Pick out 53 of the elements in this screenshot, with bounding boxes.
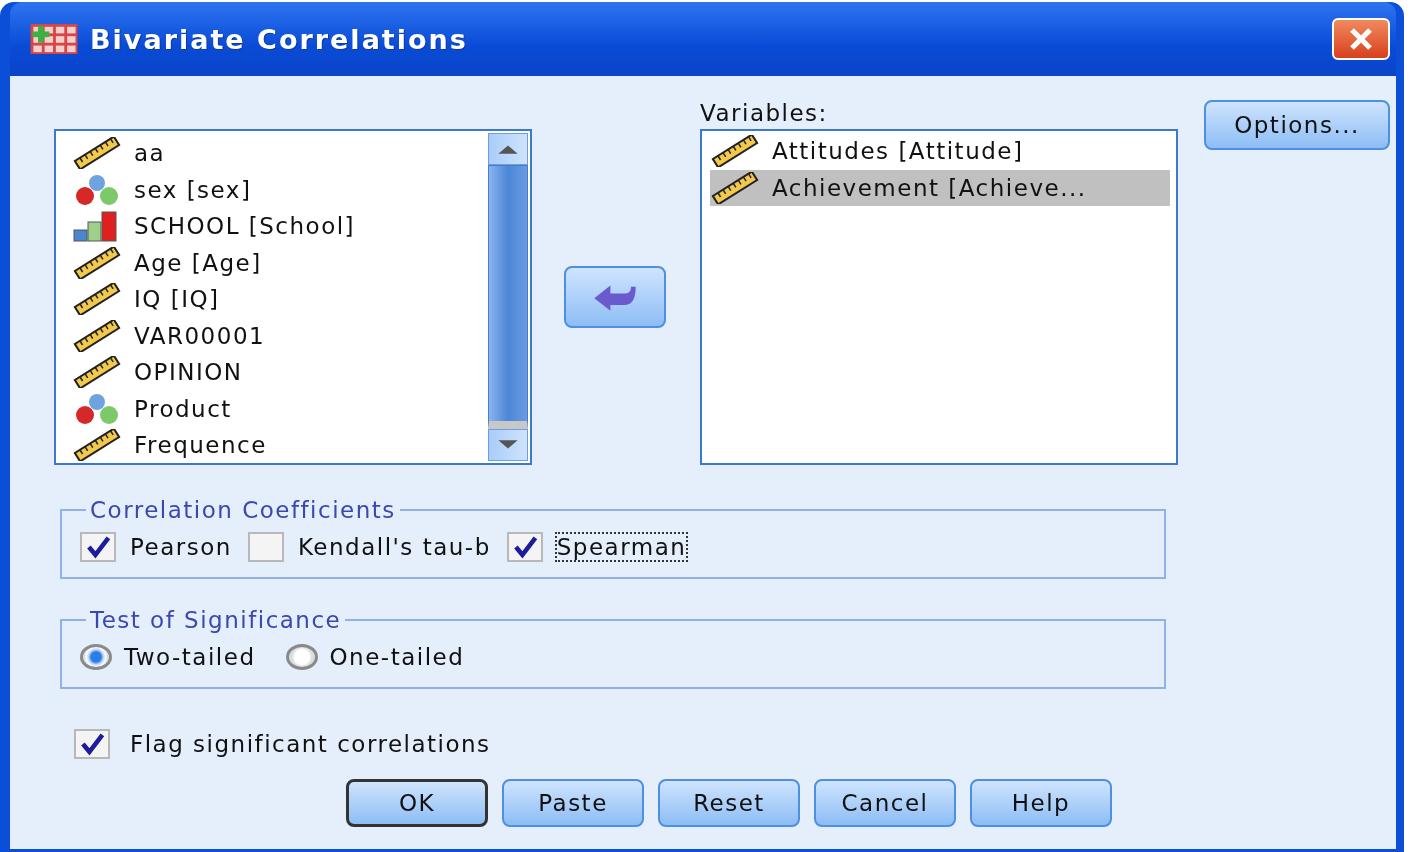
variable-item[interactable]: SCHOOL [School] bbox=[72, 208, 486, 245]
options-button[interactable]: Options... bbox=[1204, 100, 1390, 150]
variable-item[interactable]: aa bbox=[72, 135, 486, 172]
ruler-icon bbox=[710, 171, 760, 204]
grid-icon bbox=[30, 24, 78, 54]
variable-item[interactable]: Frequence bbox=[72, 427, 486, 463]
checkbox[interactable] bbox=[506, 532, 543, 562]
checkbox-label[interactable]: Pearson bbox=[128, 532, 234, 562]
variable-item[interactable]: Age [Age] bbox=[72, 244, 486, 281]
variable-label: OPINION bbox=[134, 359, 243, 386]
variable-label: VAR00001 bbox=[134, 322, 266, 349]
variable-item[interactable]: IQ [IQ] bbox=[72, 281, 486, 318]
checkbox-label[interactable]: Flag significant correlations bbox=[128, 729, 493, 759]
group-title: Correlation Coefficients bbox=[89, 497, 397, 523]
close-button[interactable] bbox=[1332, 18, 1390, 60]
dialog-button[interactable]: Help bbox=[970, 779, 1112, 827]
checkbox[interactable] bbox=[80, 532, 116, 562]
checkbox[interactable] bbox=[74, 729, 110, 759]
dialog-button[interactable]: Cancel bbox=[814, 779, 956, 827]
checkbox-label[interactable]: Spearman bbox=[554, 532, 689, 562]
variable-item[interactable]: VAR00001 bbox=[72, 317, 486, 354]
scrollbar[interactable] bbox=[486, 131, 530, 463]
variable-label: Frequence bbox=[134, 432, 267, 459]
variable-label: Achievement [Achieve... bbox=[772, 174, 1087, 201]
variable-label: IQ [IQ] bbox=[134, 286, 220, 313]
dialog-button[interactable]: OK bbox=[346, 779, 488, 827]
radio-label[interactable]: Two-tailed bbox=[122, 642, 258, 672]
variable-label: Attitudes [Attitude] bbox=[772, 138, 1024, 165]
variable-label: aa bbox=[134, 140, 166, 167]
variable-label: Product bbox=[134, 395, 232, 422]
scroll-thumb[interactable] bbox=[488, 165, 528, 429]
dialog-button[interactable]: Paste bbox=[502, 779, 644, 827]
checkbox[interactable] bbox=[247, 532, 284, 562]
variable-label: Age [Age] bbox=[134, 249, 262, 276]
group-title: Test of Significance bbox=[89, 607, 343, 633]
left-arrow-icon bbox=[592, 283, 638, 311]
variable-item[interactable]: Achievement [Achieve... bbox=[710, 169, 1170, 206]
radio-label[interactable]: One-tailed bbox=[327, 642, 467, 672]
variables-label: Variables: bbox=[700, 102, 829, 128]
radio-button[interactable] bbox=[285, 644, 318, 670]
variable-label: SCHOOL [School] bbox=[134, 213, 356, 240]
window-title: Bivariate Correlations bbox=[90, 23, 469, 55]
variable-item[interactable]: OPINION bbox=[72, 354, 486, 391]
radio-button[interactable] bbox=[80, 644, 112, 670]
variable-label: sex [sex] bbox=[134, 176, 252, 203]
scroll-up-button[interactable] bbox=[488, 133, 528, 165]
variable-item[interactable]: Product bbox=[72, 390, 486, 427]
move-back-button[interactable] bbox=[564, 266, 666, 328]
scroll-down-button[interactable] bbox=[488, 429, 528, 461]
dialog-button[interactable]: Reset bbox=[658, 779, 800, 827]
variable-item[interactable]: sex [sex] bbox=[72, 171, 486, 208]
checkbox-label[interactable]: Kendall's tau-b bbox=[295, 532, 493, 562]
variable-item[interactable]: Attitudes [Attitude] bbox=[710, 133, 1170, 170]
